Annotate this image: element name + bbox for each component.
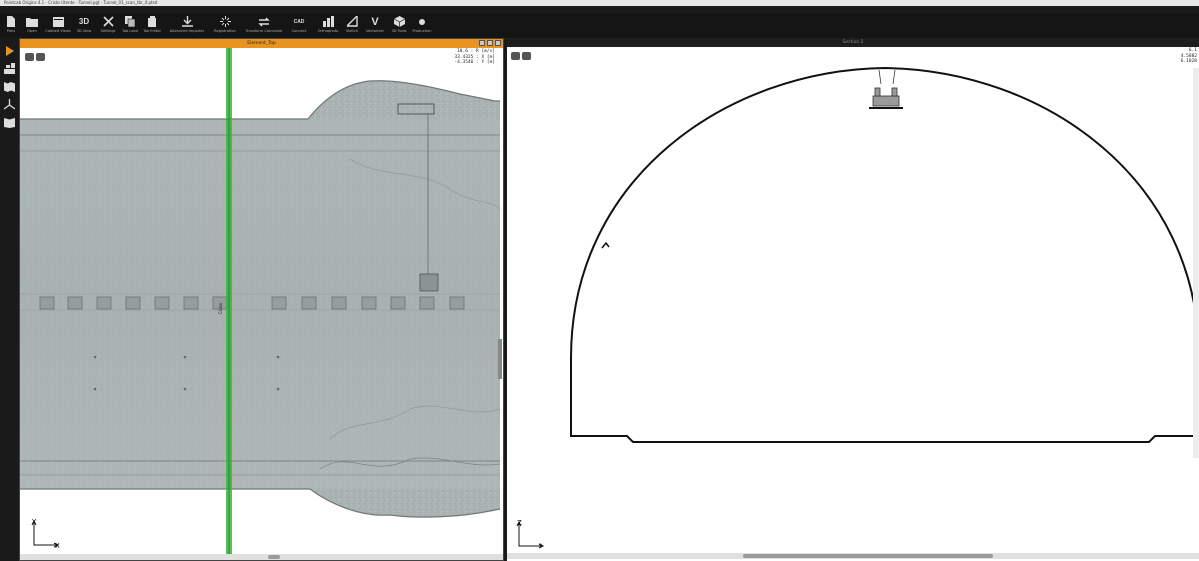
coord-line: 10.6 : R [m/s] xyxy=(457,49,495,54)
section-view-canvas xyxy=(570,66,1199,458)
ribbon-button-open[interactable]: Open xyxy=(22,13,42,38)
scrollbar-thumb[interactable] xyxy=(743,554,993,558)
axis-x-label: X xyxy=(55,542,60,550)
section-view-panel[interactable]: Section 2 6.1 4.5882 6.1828 Z * xyxy=(507,38,1199,561)
axis-horizontal-label: * xyxy=(539,542,543,550)
ribbon-button-transform-calculator[interactable]: Transform Calculator xyxy=(242,13,286,38)
calendar-icon xyxy=(52,15,64,28)
top-view-canvas xyxy=(20,48,502,560)
ribbon-button-tab-editor[interactable]: Tab Editor xyxy=(142,13,162,38)
ribbon-toolbar: Pans Open Cabbed Views 3D 3D View Settin… xyxy=(0,13,1199,39)
top-view-horizontal-scrollbar[interactable] xyxy=(20,554,503,560)
ribbon-label: Registration xyxy=(214,29,236,33)
ribbon-label: Cabbed Views xyxy=(45,29,71,33)
3d-icon: 3D xyxy=(78,15,90,28)
ribbon-button-tab-load[interactable]: Tab Load xyxy=(121,13,139,38)
v-text: V xyxy=(371,15,379,28)
top-view-coordinates: 10.6 : R [m/s] 33.4325 : X [m] -4.3546 :… xyxy=(454,49,495,66)
axes-icon[interactable] xyxy=(3,98,16,111)
ribbon-button-registration[interactable]: Registration xyxy=(210,13,240,38)
bars-icon xyxy=(322,15,334,28)
section-marker-label: Cross xyxy=(218,303,223,314)
ribbon-label: Production xyxy=(412,29,432,33)
ribbon-button-advanced-importer[interactable]: Advanced Importer xyxy=(166,13,208,38)
ribbon-button-cabbed-views[interactable]: Cabbed Views xyxy=(44,13,72,38)
ribbon-label: Vectorizer xyxy=(365,29,385,33)
edit-icon xyxy=(146,15,158,28)
copy-icon xyxy=(124,15,136,28)
ribbon-label: Orthophoto xyxy=(317,29,339,33)
section-view-horizontal-scrollbar[interactable] xyxy=(507,553,1199,559)
ribbon-button-sketch[interactable]: Sketch xyxy=(343,13,361,38)
ribbon-button-3d-view[interactable]: 3D 3D View xyxy=(74,13,94,38)
ribbon-label: Advanced Importer xyxy=(169,29,205,33)
ribbon-label: 3D View xyxy=(76,29,92,33)
ribbon-label: 3D Tools xyxy=(391,29,407,33)
ribbon-label: Tab Load xyxy=(122,29,138,33)
cad-icon: CAD xyxy=(293,15,305,28)
triangle-icon xyxy=(346,15,358,28)
transform-icon xyxy=(258,15,270,28)
ribbon-label: Sketch xyxy=(345,29,359,33)
ribbon-button-production[interactable]: Production xyxy=(410,13,434,38)
ribbon-button-connect[interactable]: CAD Connect xyxy=(288,13,310,38)
play-icon[interactable] xyxy=(3,44,16,57)
ribbon-label: Open xyxy=(27,29,37,33)
coord-line: -4.3546 : Y [m] xyxy=(454,60,495,65)
ribbon-button-orthophoto[interactable]: Orthophoto xyxy=(314,13,342,38)
folder-icon xyxy=(26,15,38,28)
scrollbar-thumb[interactable] xyxy=(268,555,280,559)
3d-text: 3D xyxy=(78,17,90,26)
ribbon-button-settings[interactable]: Settings xyxy=(97,13,119,38)
map-icon[interactable] xyxy=(3,80,16,93)
ribbon-button-vectorizer[interactable]: V Vectorizer xyxy=(362,13,388,38)
ribbon-button-3d-tools[interactable]: 3D Tools xyxy=(389,13,409,38)
tools-icon xyxy=(102,15,114,28)
menu-bar: FileModulesRegistrationViewsHelp xyxy=(0,6,1199,23)
top-view-panel[interactable]: Element_Top 10.6: R [m/s] 33.4325: X [… xyxy=(19,38,504,561)
axis-y-label: Y xyxy=(32,518,37,526)
ribbon-button-pans[interactable]: Pans xyxy=(4,13,18,38)
download-icon xyxy=(181,15,193,28)
ribbon-label: Settings xyxy=(100,29,116,33)
cad-text: CAD xyxy=(293,18,305,25)
document-icon xyxy=(5,15,17,28)
coord-line: 6.1828 xyxy=(1180,59,1197,64)
ribbon-label: Transform Calculator xyxy=(245,29,283,33)
window-title: Pointcab Origins 4.1 - Cristo Utente - T… xyxy=(4,0,158,5)
book-icon[interactable] xyxy=(3,116,16,129)
v-icon: V xyxy=(369,15,381,28)
dot-icon xyxy=(416,15,428,28)
layers-icon[interactable] xyxy=(3,62,16,75)
axis-z-label: Z xyxy=(517,519,522,527)
left-tool-strip xyxy=(0,38,19,561)
ribbon-label: Pans xyxy=(6,29,16,33)
sparkle-icon xyxy=(219,15,231,28)
section-view-coordinates: 6.1 4.5882 6.1828 xyxy=(1181,48,1197,65)
ribbon-label: Connect xyxy=(291,29,307,33)
ribbon-label: Tab Editor xyxy=(143,29,161,33)
cube-icon xyxy=(393,15,405,28)
